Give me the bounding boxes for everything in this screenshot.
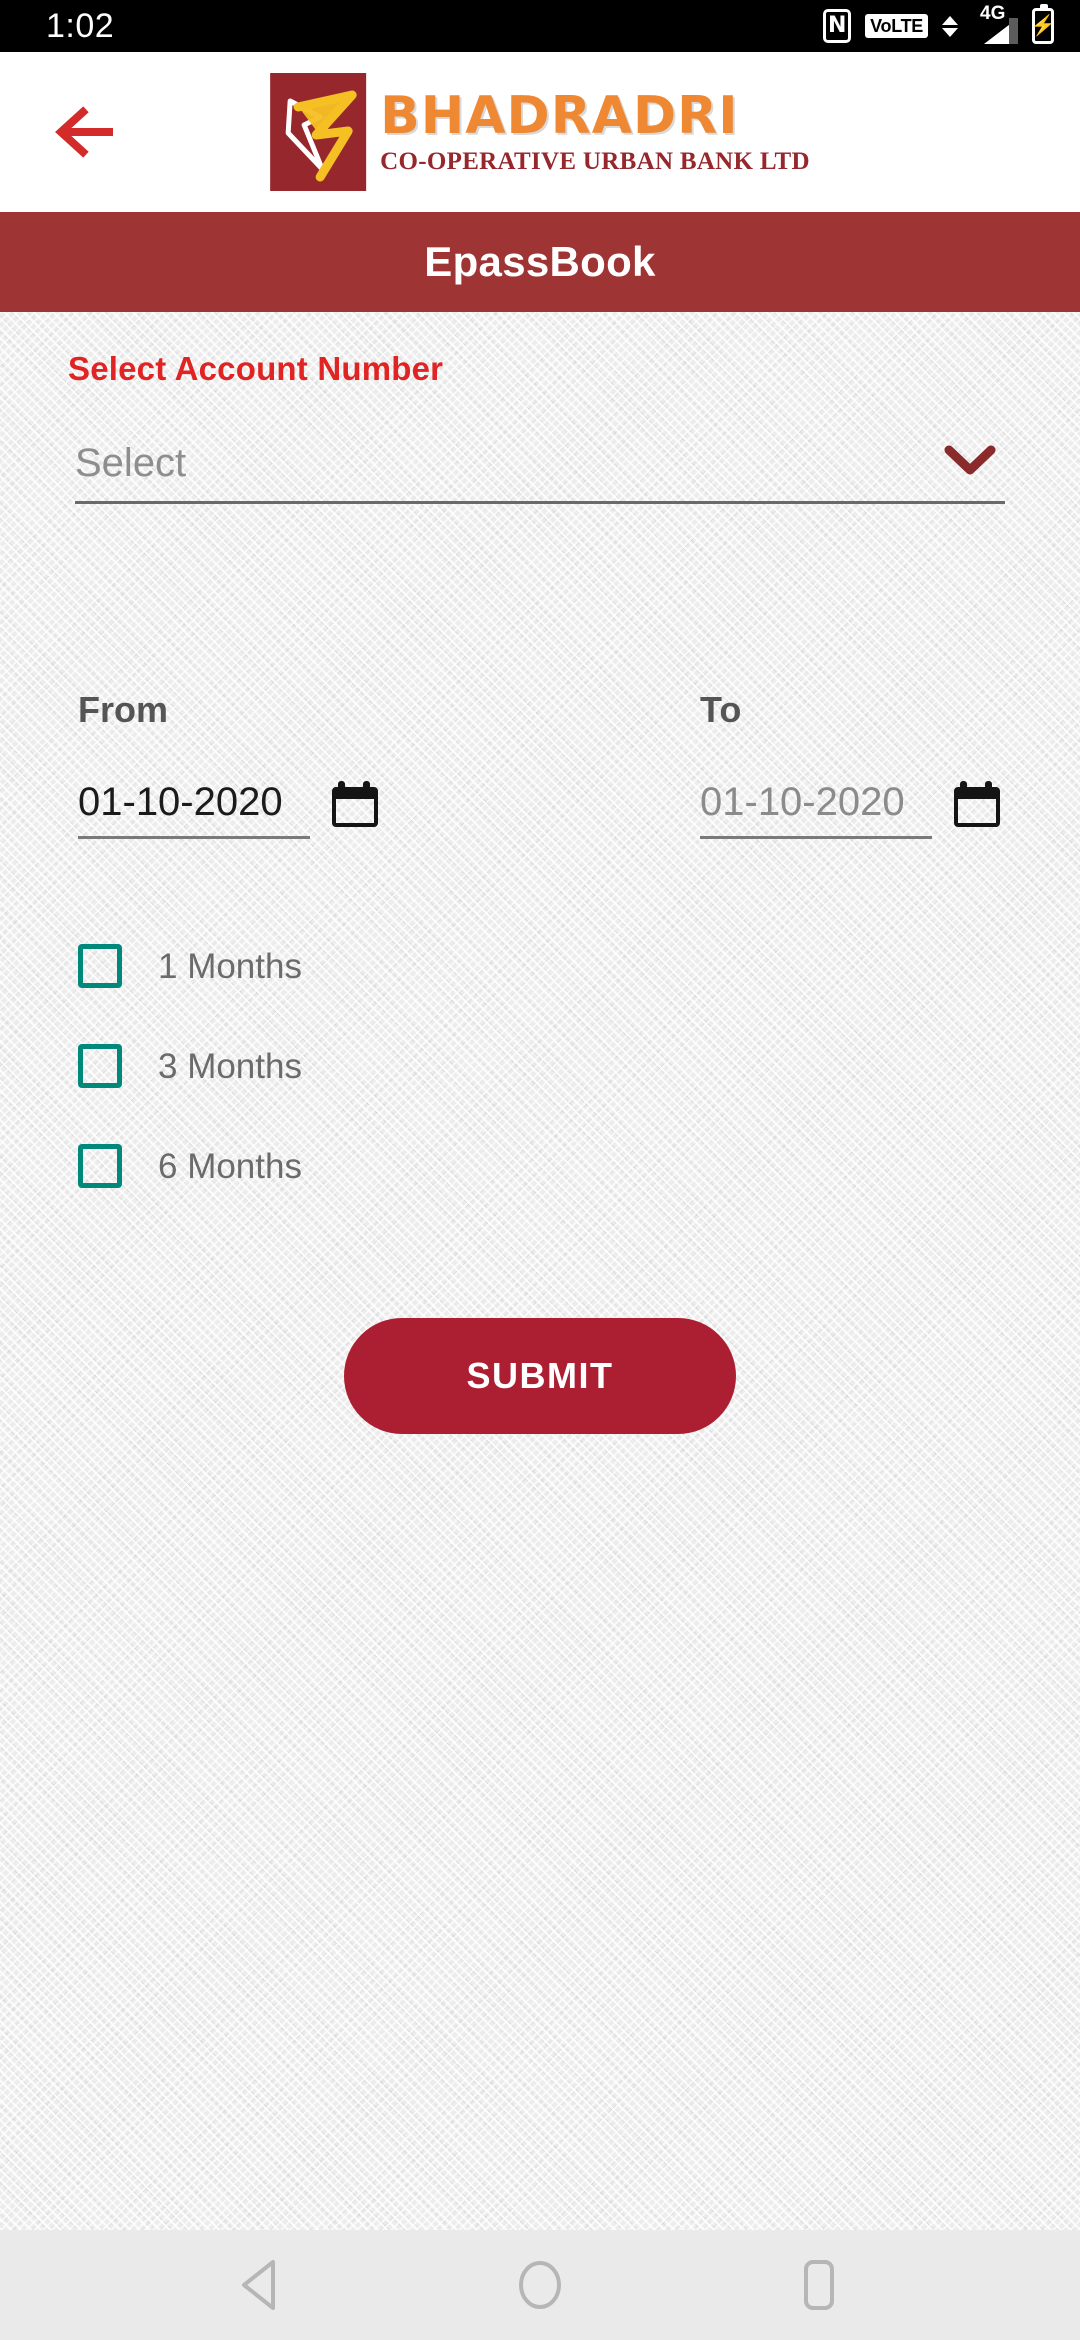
status-bar-clock: 1:02 bbox=[46, 7, 115, 45]
battery-charging-icon: ⚡ bbox=[1030, 4, 1056, 44]
account-section-label: Select Account Number bbox=[68, 350, 444, 387]
status-bar: 1:02 N VoLTE 4G ⚡ bbox=[0, 0, 1080, 52]
back-button[interactable] bbox=[40, 97, 130, 167]
duration-option-label: 1 Months bbox=[158, 946, 302, 986]
nav-recents-icon[interactable] bbox=[783, 2250, 853, 2320]
duration-option-3-months[interactable]: 3 Months bbox=[78, 1044, 302, 1088]
from-date-group: From 01-10-2020 bbox=[78, 692, 378, 839]
to-date-group: To 01-10-2020 bbox=[700, 692, 1000, 839]
page-title: EpassBook bbox=[424, 238, 656, 285]
calendar-icon[interactable] bbox=[332, 778, 378, 839]
checkbox-icon[interactable] bbox=[78, 1044, 122, 1088]
submit-button[interactable]: SUBMIT bbox=[344, 1318, 736, 1434]
from-label: From bbox=[78, 689, 168, 730]
status-bar-icons: N VoLTE 4G ⚡ bbox=[823, 4, 1056, 44]
bank-tagline: CO-OPERATIVE URBAN BANK LTD bbox=[380, 148, 810, 175]
system-nav-bar bbox=[0, 2230, 1080, 2340]
to-date-input[interactable]: 01-10-2020 bbox=[700, 780, 932, 839]
nav-back-icon[interactable] bbox=[227, 2250, 297, 2320]
app-bar: BHADRADRI CO-OPERATIVE URBAN BANK LTD bbox=[0, 52, 1080, 212]
page-title-bar: EpassBook bbox=[0, 212, 1080, 312]
to-label: To bbox=[700, 689, 742, 730]
data-transfer-icon bbox=[942, 15, 958, 37]
account-select-dropdown[interactable]: Select bbox=[75, 424, 1005, 504]
bank-name: BHADRADRI bbox=[380, 86, 739, 146]
duration-option-1-months[interactable]: 1 Months bbox=[78, 944, 302, 988]
chevron-down-icon bbox=[943, 443, 997, 482]
duration-option-label: 6 Months bbox=[158, 1146, 302, 1186]
account-select-value: Select bbox=[75, 440, 187, 485]
back-arrow-icon bbox=[55, 106, 113, 158]
checkbox-icon[interactable] bbox=[78, 1144, 122, 1188]
from-date-row: 01-10-2020 bbox=[78, 778, 378, 839]
volte-icon: VoLTE bbox=[865, 14, 928, 38]
duration-option-6-months[interactable]: 6 Months bbox=[78, 1144, 302, 1188]
app-screen: 1:02 N VoLTE 4G ⚡ BHADRADRI CO-OPERATIVE… bbox=[0, 0, 1080, 2340]
form-content: Select Account Number Select From 01-10-… bbox=[0, 312, 1080, 2230]
bank-logo: BHADRADRI CO-OPERATIVE URBAN BANK LTD bbox=[270, 73, 810, 191]
battery-bolt-glyph: ⚡ bbox=[1030, 15, 1056, 37]
from-date-input[interactable]: 01-10-2020 bbox=[78, 780, 310, 839]
to-date-row: 01-10-2020 bbox=[700, 778, 1000, 839]
checkbox-icon[interactable] bbox=[78, 944, 122, 988]
nfc-glyph: N bbox=[827, 13, 847, 38]
nav-home-icon[interactable] bbox=[505, 2250, 575, 2320]
bank-logo-text: BHADRADRI CO-OPERATIVE URBAN BANK LTD bbox=[380, 90, 810, 174]
calendar-icon[interactable] bbox=[954, 778, 1000, 839]
bank-logo-mark-icon bbox=[270, 73, 367, 191]
nfc-icon: N bbox=[823, 9, 852, 43]
duration-option-label: 3 Months bbox=[158, 1046, 302, 1086]
signal-4g-icon: 4G bbox=[972, 4, 1018, 44]
